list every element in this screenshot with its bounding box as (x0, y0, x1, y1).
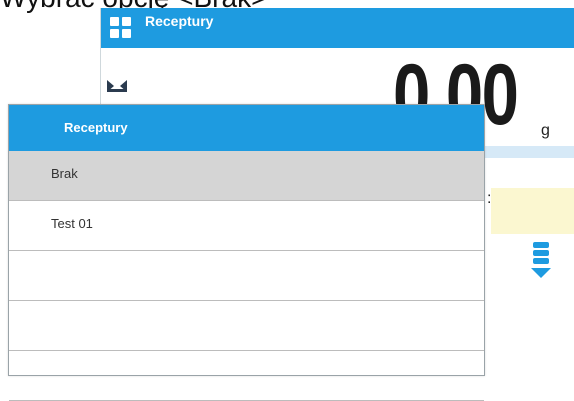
list-item[interactable] (9, 351, 484, 401)
grid-icon[interactable] (110, 17, 132, 39)
list-item[interactable] (9, 301, 484, 351)
list-item-brak[interactable]: Brak (9, 151, 484, 201)
mode-icon (107, 80, 127, 92)
recipe-dropdown: Receptury Brak Test 01 (8, 104, 485, 401)
app-header: Receptury (101, 8, 574, 48)
list-item[interactable] (9, 251, 484, 301)
stack-down-icon[interactable] (531, 242, 551, 282)
list-item-test-01[interactable]: Test 01 (9, 201, 484, 251)
dropdown-title: Receptury (9, 105, 484, 151)
unit-label: g (541, 122, 550, 139)
info-colon: : (487, 190, 492, 207)
info-field (491, 188, 574, 234)
app-title: Receptury (145, 13, 214, 29)
